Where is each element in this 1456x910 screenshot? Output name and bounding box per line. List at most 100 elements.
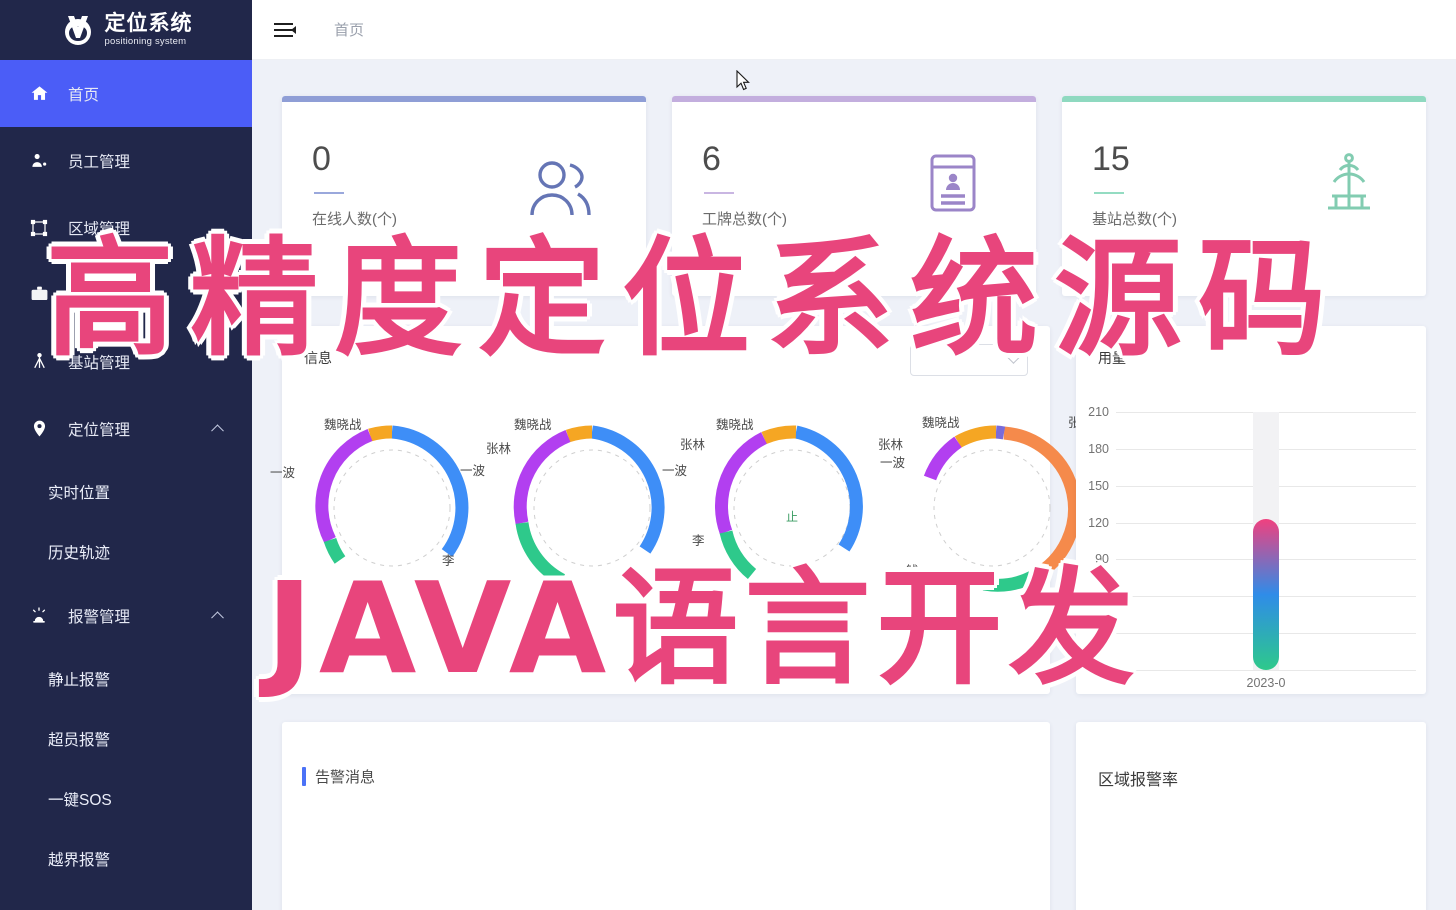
main-area: 首页 0 在线人数(个) 6 工牌总数(个) 15 基站总数(个) 信息 魏晓战…	[252, 0, 1456, 910]
sidebar-item-label: 定位管理	[68, 421, 131, 439]
hamburger-collapse-icon[interactable]	[272, 19, 298, 41]
bar-chart-gridline	[1116, 670, 1416, 671]
sidebar-item-overcrowd-alarm[interactable]: 超员报警	[0, 709, 252, 769]
sidebar-item-label: 一键SOS	[48, 792, 112, 809]
badge-icon	[28, 284, 50, 306]
pie-label: 一波	[270, 466, 296, 480]
sidebar-item-label: 实时位置	[48, 485, 111, 502]
bar-chart-y-tick: 60	[1095, 589, 1109, 604]
info-filter-select[interactable]	[910, 344, 1028, 376]
alarm-message-panel: 告警消息	[282, 722, 1050, 910]
sidebar-item-history-track[interactable]: 历史轨迹	[0, 522, 252, 582]
sidebar-item-positioning[interactable]: 定位管理	[0, 395, 252, 462]
pie-label: 魏晓战	[922, 416, 960, 430]
brand-name-cn: 定位系统	[104, 12, 193, 36]
info-panel: 信息 魏晓战 张林 一波 李 魏晓战 张林 一波 李 魏晓战 张林 一波 止 魏…	[270, 326, 1113, 694]
pie-label: 魏晓战	[514, 418, 552, 432]
sidebar-item-static-alarm[interactable]: 静止报警	[0, 649, 252, 709]
sidebar-item-home[interactable]: 首页	[0, 60, 252, 127]
pie-label: 魏晓战	[324, 418, 362, 432]
dashboard-content: 0 在线人数(个) 6 工牌总数(个) 15 基站总数(个) 信息 魏晓战 张林…	[252, 60, 1456, 910]
pie-label: 钱	[906, 564, 919, 578]
pie-chart-2[interactable]: 魏晓战 张林 一波 李	[460, 390, 705, 620]
base-station-icon	[1320, 150, 1378, 217]
pie-center-label: 止	[785, 510, 799, 524]
bar-chart-y-tick: 150	[1088, 478, 1109, 493]
chevron-down-icon	[1007, 350, 1020, 364]
card-accent-bar	[1062, 96, 1426, 102]
bar-chart-plot: 0 30 60 90 120 150 180 210 2023-0	[1088, 405, 1416, 690]
pie-label: 魏晓战	[716, 418, 754, 432]
alarm-panel-title: 告警消息	[302, 766, 375, 787]
sidebar-item-badge[interactable]: 工牌管理	[0, 261, 252, 328]
usage-bar-chart[interactable]: 0 30 60 90 120 150 180 210 2023-0	[1076, 368, 1426, 736]
sidebar-menu: 首页 员工管理 区域管理 工牌管理 基站管理 定位管理 实时位置 历史轨迹 报警…	[0, 60, 252, 889]
pie-label: 一波	[460, 464, 486, 478]
rate-panel-head: 区域报警率	[1076, 722, 1426, 790]
usage-panel-head: 用量	[1076, 326, 1426, 368]
sidebar-item-region[interactable]: 区域管理	[0, 194, 252, 261]
pie-chart-3[interactable]: 魏晓战 张林 一波 止	[662, 390, 903, 620]
station-icon	[28, 351, 50, 373]
sidebar-item-alarm-management[interactable]: 报警管理	[0, 582, 252, 649]
bottom-row: 告警消息 区域报警率	[282, 722, 1426, 910]
sidebar-item-label: 基站管理	[68, 354, 131, 372]
sidebar-item-label: 员工管理	[68, 153, 131, 171]
region-icon	[28, 217, 50, 239]
sidebar-item-sos[interactable]: 一键SOS	[0, 769, 252, 829]
stat-divider	[1094, 192, 1124, 194]
breadcrumb[interactable]: 首页	[334, 19, 364, 40]
stat-card-online-people[interactable]: 0 在线人数(个)	[282, 96, 646, 296]
stat-card-station-total[interactable]: 15 基站总数(个)	[1062, 96, 1426, 296]
mid-row: 信息 魏晓战 张林 一波 李 魏晓战 张林 一波 李 魏晓战 张林 一波 止 魏…	[270, 326, 1426, 694]
area-alarm-rate-panel: 区域报警率	[1076, 722, 1426, 910]
gauge-charts-row: 魏晓战 张林 一波 李 魏晓战 张林 一波 李 魏晓战 张林 一波 止 魏晓战 …	[270, 368, 1113, 620]
info-panel-head: 信息	[282, 326, 1050, 376]
stat-divider	[704, 192, 734, 194]
sidebar-item-boundary-alarm[interactable]: 越界报警	[0, 829, 252, 889]
pie-label: 李	[442, 554, 455, 568]
info-panel-title: 信息	[304, 350, 332, 366]
brand-name-en: positioning system	[104, 36, 187, 48]
app-root: 定位系统 positioning system 首页 员工管理 区域管理 工牌管…	[0, 0, 1456, 910]
sidebar-item-realtime-position[interactable]: 实时位置	[0, 462, 252, 522]
stat-cards-row: 0 在线人数(个) 6 工牌总数(个) 15 基站总数(个)	[282, 96, 1426, 296]
alarm-icon	[28, 605, 50, 627]
sidebar-item-label: 超员报警	[48, 732, 111, 749]
home-icon	[28, 83, 50, 105]
pie-chart-1[interactable]: 魏晓战 张林 一波 李	[270, 390, 511, 620]
usage-panel-title: 用量	[1098, 350, 1126, 366]
fox-circle-logo-icon	[60, 12, 96, 48]
stat-card-badge-total[interactable]: 6 工牌总数(个)	[672, 96, 1036, 296]
pie-label: 一波	[662, 464, 688, 478]
bar-chart-y-tick: 210	[1088, 405, 1109, 419]
bar-chart-y-tick: 30	[1095, 626, 1109, 641]
bar-chart-y-tick: 90	[1095, 552, 1109, 567]
id-card-icon	[930, 154, 976, 217]
card-accent-bar	[282, 96, 646, 102]
sidebar: 定位系统 positioning system 首页 员工管理 区域管理 工牌管…	[0, 0, 252, 910]
bar-chart-bar[interactable]	[1253, 518, 1279, 670]
people-icon	[526, 158, 594, 225]
sidebar-item-label: 静止报警	[48, 672, 111, 689]
sidebar-item-label: 越界报警	[48, 852, 111, 869]
bar-chart-x-tick: 2023-0	[1246, 676, 1286, 690]
pin-icon	[28, 418, 50, 440]
pie-label: 一波	[880, 456, 906, 470]
topbar: 首页	[252, 0, 1456, 60]
bar-chart-y-tick: 180	[1088, 441, 1109, 456]
chevron-up-icon	[211, 610, 224, 624]
alarm-panel-head: 告警消息	[282, 722, 1050, 787]
brand-logo[interactable]: 定位系统 positioning system	[0, 0, 252, 60]
stat-divider	[314, 192, 344, 194]
sidebar-item-label: 工牌管理	[68, 287, 131, 305]
bar-chart-y-tick: 120	[1088, 515, 1109, 530]
sidebar-item-label: 报警管理	[68, 608, 131, 626]
card-accent-bar	[672, 96, 1036, 102]
sidebar-item-label: 首页	[68, 86, 100, 104]
rate-panel-title: 区域报警率	[1098, 772, 1179, 789]
pie-chart-4[interactable]: 魏晓战 张林 一波 李 钱	[880, 390, 1113, 620]
users-icon	[28, 150, 50, 172]
sidebar-item-staff[interactable]: 员工管理	[0, 127, 252, 194]
sidebar-item-station[interactable]: 基站管理	[0, 328, 252, 395]
